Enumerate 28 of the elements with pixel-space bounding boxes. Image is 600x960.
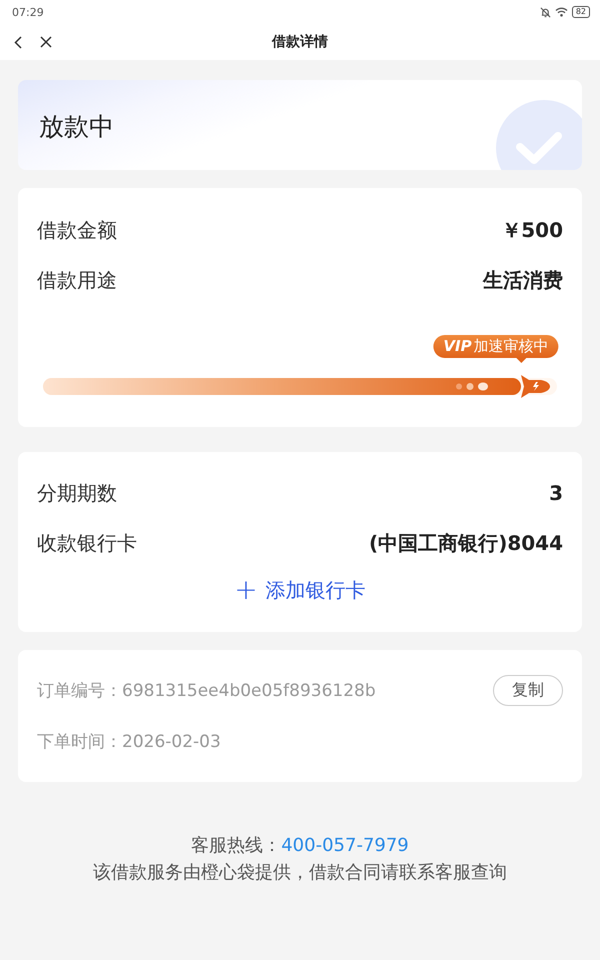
battery-icon: 82	[572, 6, 590, 18]
order-info: 订单编号：6981315ee4b0e05f8936128b	[37, 680, 376, 702]
vip-review-badge: VIP加速审核中	[433, 335, 559, 358]
field-value: 3	[549, 481, 563, 505]
field-value: ￥500	[501, 216, 563, 244]
pointer-icon	[516, 358, 526, 363]
field-label: 收款银行卡	[37, 530, 137, 556]
page-title: 借款详情	[272, 34, 328, 50]
order-info: 下单时间：2026-02-03	[37, 731, 221, 753]
hotline-link[interactable]: 400-057-7979	[281, 835, 409, 856]
loan-status: 放款中	[39, 111, 114, 143]
service-note: 该借款服务由橙心袋提供，借款合同请联系客服查询	[92, 861, 508, 885]
field-label: 借款用途	[37, 266, 117, 294]
wifi-icon	[554, 7, 568, 17]
close-icon	[40, 36, 52, 48]
hotline-label: 客服热线：	[191, 835, 282, 856]
back-button[interactable]	[14, 36, 22, 48]
copy-button[interactable]: 复制	[493, 675, 563, 706]
rocket-icon	[519, 374, 552, 399]
back-icon	[14, 36, 22, 48]
clock: 07:29	[12, 6, 44, 18]
field-label: 分期期数	[37, 480, 117, 506]
field-label: 借款金额	[37, 216, 117, 244]
field-value: 生活消费	[483, 266, 563, 294]
muted-bell-icon	[540, 6, 551, 18]
field-value: (中国工商银行)8044	[369, 530, 563, 556]
close-button[interactable]	[40, 36, 52, 48]
add-bank-card-button[interactable]: + 添加银行卡	[234, 568, 366, 612]
